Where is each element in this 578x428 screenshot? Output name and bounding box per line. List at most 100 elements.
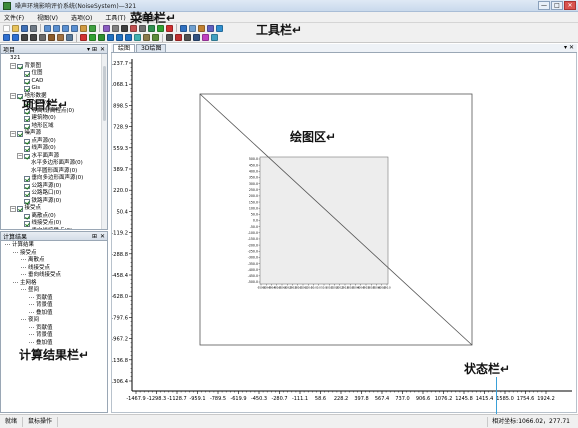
project-scrollbar[interactable] xyxy=(101,54,107,229)
maximize-button[interactable]: □ xyxy=(551,1,563,10)
results-tree-item[interactable]: 垂向线接受点 xyxy=(1,272,107,280)
results-tree-item[interactable]: 接受点 xyxy=(1,250,107,258)
receiver-icon[interactable] xyxy=(107,34,114,41)
contour-icon[interactable] xyxy=(134,34,141,41)
visibility-checkbox[interactable] xyxy=(24,228,30,229)
report-icon[interactable] xyxy=(198,24,205,32)
project-tree-item[interactable]: 离散点(0) xyxy=(1,213,107,221)
draw-polyline-icon[interactable] xyxy=(30,34,37,41)
tab-3d-drawing[interactable]: 3D绘图 xyxy=(136,44,167,52)
zoom-extent-icon[interactable] xyxy=(71,24,78,32)
visibility-checkbox[interactable] xyxy=(24,221,30,227)
print-icon[interactable] xyxy=(30,24,37,32)
pin-icon[interactable]: ▾ ⊞ xyxy=(87,46,97,53)
project-tree-item[interactable]: − 噪声源 xyxy=(1,130,107,138)
project-tree-item[interactable]: 建筑物(0) xyxy=(1,115,107,123)
results-tree-item[interactable]: 贡献值 xyxy=(1,295,107,303)
expand-toggle-icon[interactable]: − xyxy=(10,93,16,100)
results-tree-item[interactable]: 计算结果 xyxy=(1,242,107,250)
results-tree-item[interactable]: 夜间 xyxy=(1,317,107,325)
visibility-checkbox[interactable] xyxy=(24,123,30,129)
visibility-checkbox[interactable] xyxy=(24,86,30,92)
results-tree-item[interactable]: 离散点 xyxy=(1,257,107,265)
project-tree-item[interactable]: 位图 xyxy=(1,70,107,78)
project-tree-item[interactable]: 线声源(0) xyxy=(1,145,107,153)
visibility-checkbox[interactable] xyxy=(17,63,23,69)
drawing-svg[interactable]: 1237.7 1068.1 898.5 728.9 559.3 389.7 220.0 50.… xyxy=(108,53,578,413)
project-tree-item[interactable]: 点声源(0) xyxy=(1,138,107,146)
zoom-out-icon[interactable] xyxy=(53,24,60,32)
drawing-canvas[interactable]: 1237.7 1068.1 898.5 728.9 559.3 389.7 220.0 50.… xyxy=(108,53,578,413)
project-tree-item[interactable]: 铁路声源(0) xyxy=(1,198,107,206)
project-tree-item[interactable]: − 背景图 xyxy=(1,63,107,71)
visibility-checkbox[interactable] xyxy=(24,183,30,189)
panel-close-icon[interactable]: ✕ xyxy=(100,46,105,53)
image-icon[interactable] xyxy=(211,34,218,41)
results-tree-item[interactable]: 线接受点 xyxy=(1,265,107,273)
draw-road-icon[interactable] xyxy=(39,34,46,41)
expand-toggle-icon[interactable]: − xyxy=(10,63,16,70)
project-tree-item[interactable]: 水平多边形面声源(0) xyxy=(1,160,107,168)
receiver-line-icon[interactable] xyxy=(116,34,123,41)
results-tree-item[interactable]: 背景值 xyxy=(1,302,107,310)
grid-icon[interactable] xyxy=(112,24,119,32)
panel-close-icon[interactable]: ✕ xyxy=(100,233,105,240)
color-icon[interactable] xyxy=(202,34,209,41)
area-source-icon[interactable] xyxy=(98,34,105,41)
results-tree-item[interactable]: 背景值 xyxy=(1,332,107,340)
chart-icon[interactable] xyxy=(180,24,187,32)
visibility-checkbox[interactable] xyxy=(24,71,30,77)
project-tree-item[interactable]: 水平圆形面声源(0) xyxy=(1,168,107,176)
table-icon[interactable] xyxy=(189,24,196,32)
save-icon[interactable] xyxy=(21,24,28,32)
draw-line-icon[interactable] xyxy=(21,34,28,41)
visibility-checkbox[interactable] xyxy=(24,138,30,144)
menu-file[interactable]: 文件(F) xyxy=(4,13,24,22)
project-tree-item[interactable]: 公路路口(0) xyxy=(1,190,107,198)
export-icon[interactable] xyxy=(207,24,214,32)
project-tree-item[interactable]: 地形区域 xyxy=(1,123,107,131)
minimize-button[interactable]: — xyxy=(538,1,550,10)
delete-icon[interactable] xyxy=(175,34,182,41)
draw-barrier-icon[interactable] xyxy=(66,34,73,41)
zoom-in-icon[interactable] xyxy=(44,24,51,32)
receiver-grid-icon[interactable] xyxy=(125,34,132,41)
open-folder-icon[interactable] xyxy=(12,24,19,32)
project-tree-item[interactable]: − 接受点 xyxy=(1,205,107,213)
new-file-icon[interactable] xyxy=(3,24,10,32)
expand-toggle-icon[interactable]: − xyxy=(10,130,16,137)
edit-icon[interactable] xyxy=(166,34,173,41)
visibility-checkbox[interactable] xyxy=(24,198,30,204)
results-tree-item[interactable]: 叠加值 xyxy=(1,310,107,318)
pan-icon[interactable] xyxy=(80,24,87,32)
refresh-icon[interactable] xyxy=(89,24,96,32)
project-tree-item[interactable]: Gis xyxy=(1,85,107,93)
draw-rail-icon[interactable] xyxy=(48,34,55,41)
visibility-checkbox[interactable] xyxy=(24,213,30,219)
project-tree-item[interactable]: 公路声源(0) xyxy=(1,183,107,191)
visibility-checkbox[interactable] xyxy=(24,191,30,197)
help-icon[interactable] xyxy=(216,24,223,32)
expand-toggle-icon[interactable]: − xyxy=(17,153,23,160)
visibility-checkbox[interactable] xyxy=(24,176,30,182)
menu-tools[interactable]: 工具(T) xyxy=(105,13,125,22)
pin-icon[interactable]: ⊞ xyxy=(92,233,97,240)
draw-arrow-icon[interactable] xyxy=(12,34,19,41)
expand-toggle-icon[interactable]: − xyxy=(10,205,16,212)
tab-drawing[interactable]: 绘图 xyxy=(113,44,136,52)
line-source-icon[interactable] xyxy=(89,34,96,41)
draw-building-icon[interactable] xyxy=(57,34,64,41)
visibility-checkbox[interactable] xyxy=(24,146,30,152)
results-tree-item[interactable]: 昼间 xyxy=(1,287,107,295)
close-button[interactable]: ✕ xyxy=(564,1,576,10)
visibility-checkbox[interactable] xyxy=(24,78,30,84)
project-tree-item[interactable]: 垂向多边形面声源(0) xyxy=(1,175,107,183)
project-tree-item[interactable]: − 水平面声源 xyxy=(1,153,107,161)
select-icon[interactable] xyxy=(121,24,128,32)
properties-icon[interactable] xyxy=(193,34,200,41)
draw-pointer-icon[interactable] xyxy=(3,34,10,41)
visibility-checkbox[interactable] xyxy=(24,116,30,122)
ground-icon[interactable] xyxy=(143,34,150,41)
results-tree-item[interactable]: 贡献值 xyxy=(1,325,107,333)
visibility-checkbox[interactable] xyxy=(24,153,30,159)
